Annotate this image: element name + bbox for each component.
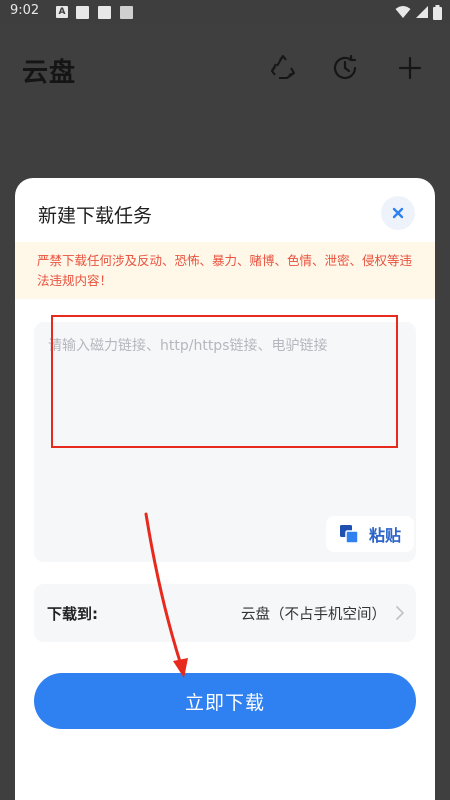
recycle-icon[interactable] — [269, 54, 297, 82]
notification-square-icon — [98, 6, 111, 19]
battery-icon — [433, 4, 442, 20]
paste-button[interactable]: 粘贴 — [326, 516, 414, 552]
add-icon[interactable] — [396, 54, 424, 82]
destination-value: 云盘（不占手机空间） — [241, 607, 386, 623]
app-header: 云盘 — [0, 24, 450, 112]
warning-banner: 严禁下载任何涉及反动、恐怖、暴力、赌博、色情、泄密、侵权等违法违规内容！ — [15, 242, 435, 299]
close-icon — [392, 207, 404, 219]
wifi-icon — [395, 6, 411, 18]
status-bar: 9:02 A — [0, 0, 450, 24]
status-indicators — [395, 4, 442, 20]
sheet-title: 新建下载任务 — [38, 205, 153, 227]
new-download-sheet: 新建下载任务 严禁下载任何涉及反动、恐怖、暴力、赌博、色情、泄密、侵权等违法违规… — [15, 178, 435, 800]
destination-label: 下载到: — [47, 605, 98, 623]
download-destination-row[interactable]: 下载到: 云盘（不占手机空间） — [34, 584, 416, 642]
close-button[interactable] — [381, 196, 415, 230]
download-now-button[interactable]: 立即下载 — [34, 673, 416, 729]
annotation-highlight-box — [51, 315, 398, 448]
paste-label: 粘贴 — [368, 526, 401, 545]
signal-icon — [416, 6, 428, 18]
notification-square-icon — [76, 6, 89, 19]
notification-square-icon — [120, 6, 133, 19]
status-time: 9:02 — [10, 3, 40, 18]
history-icon[interactable] — [331, 54, 359, 82]
warning-text: 严禁下载任何涉及反动、恐怖、暴力、赌博、色情、泄密、侵权等违法违规内容！ — [37, 253, 413, 288]
paste-icon — [339, 525, 359, 544]
page-title: 云盘 — [22, 58, 77, 88]
chevron-right-icon — [396, 606, 404, 620]
notification-a-icon: A — [56, 6, 68, 18]
